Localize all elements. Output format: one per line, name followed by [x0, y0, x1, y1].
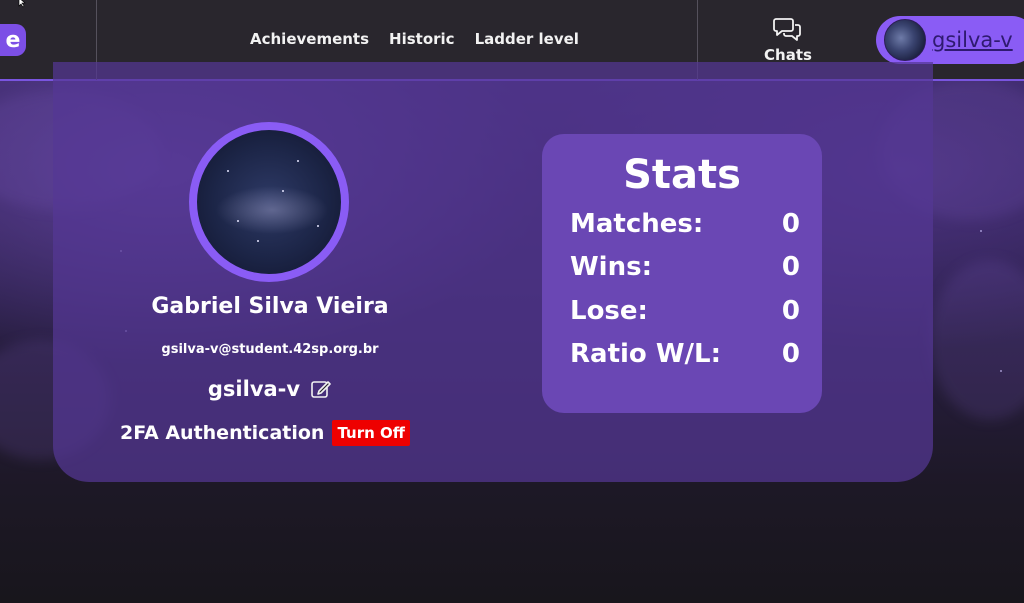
stats-panel: Stats Matches: 0 Wins: 0 Lose: 0 Ratio W… — [542, 134, 822, 413]
nav-link-ladder-level[interactable]: Ladder level — [475, 30, 579, 48]
profile-full-name: Gabriel Silva Vieira — [151, 294, 389, 319]
stats-row-lose: Lose: 0 — [570, 296, 800, 326]
stats-value: 0 — [781, 339, 800, 369]
stats-title: Stats — [623, 152, 741, 198]
user-menu-button[interactable]: gsilva-v — [876, 16, 1024, 64]
stats-value: 0 — [781, 252, 800, 282]
twofa-row: 2FA Authentication Turn Off — [120, 420, 420, 446]
chats-button[interactable]: Chats — [760, 16, 816, 66]
stats-row-matches: Matches: 0 — [570, 209, 800, 239]
stats-label: Ratio W/L: — [570, 339, 721, 369]
app-logo[interactable]: e — [0, 24, 26, 56]
nav-link-achievements[interactable]: Achievements — [250, 30, 369, 48]
stats-label: Wins: — [570, 252, 652, 282]
edit-icon[interactable] — [310, 378, 332, 400]
twofa-label: 2FA Authentication — [120, 422, 325, 444]
stats-row-wins: Wins: 0 — [570, 252, 800, 282]
stats-value: 0 — [781, 296, 800, 326]
nav-links: Achievements Historic Ladder level — [250, 30, 579, 48]
chat-bubbles-icon — [773, 18, 801, 41]
twofa-turn-off-button[interactable]: Turn Off — [332, 420, 410, 446]
nav-link-historic[interactable]: Historic — [389, 30, 455, 48]
stats-row-ratio: Ratio W/L: 0 — [570, 339, 800, 369]
username-link[interactable]: gsilva-v — [932, 28, 1013, 52]
profile-avatar — [189, 122, 349, 282]
profile-email: gsilva-v@student.42sp.org.br — [161, 342, 379, 357]
nickname-row: gsilva-v — [120, 377, 420, 401]
stats-value: 0 — [781, 209, 800, 239]
profile-nickname: gsilva-v — [207, 377, 301, 401]
stats-label: Matches: — [570, 209, 704, 239]
stats-label: Lose: — [570, 296, 648, 326]
avatar — [884, 19, 926, 61]
mouse-cursor-icon — [18, 0, 26, 8]
